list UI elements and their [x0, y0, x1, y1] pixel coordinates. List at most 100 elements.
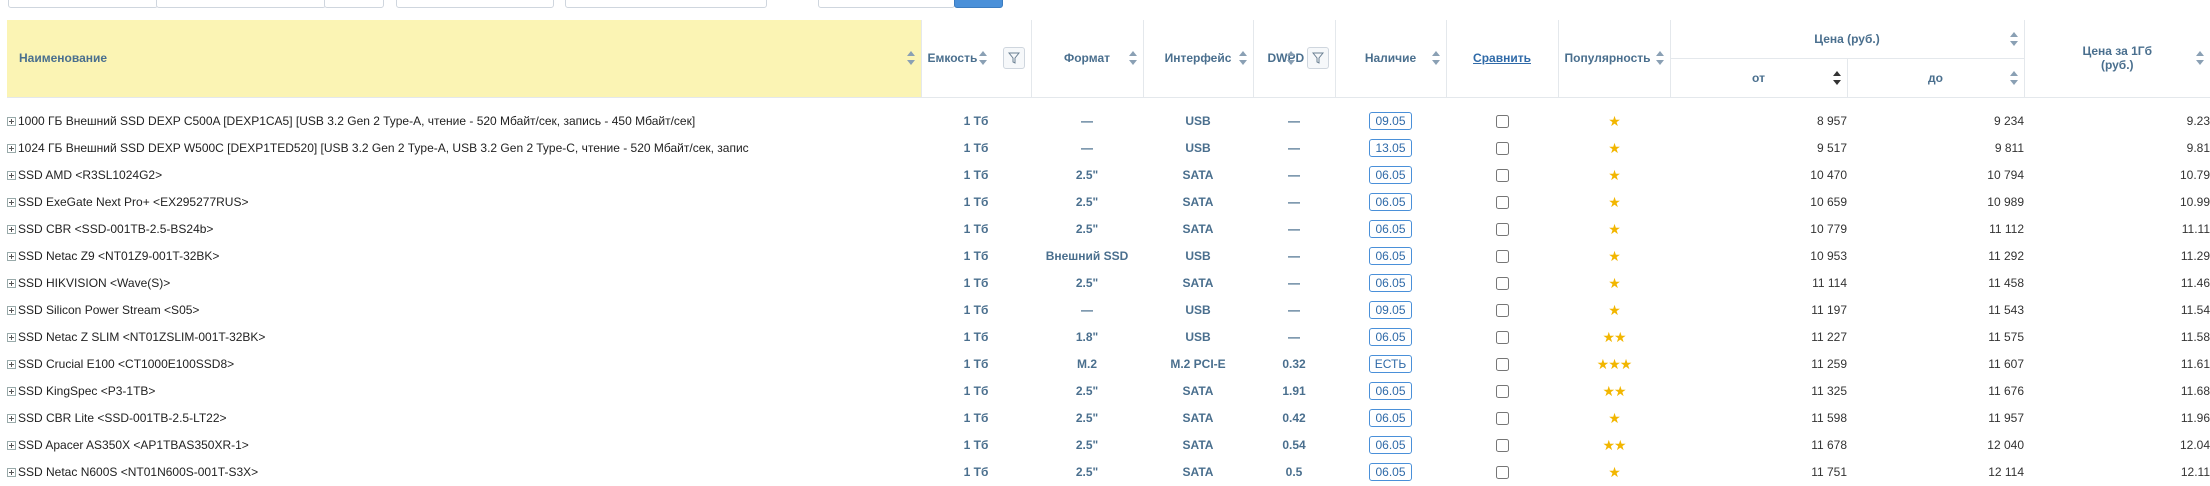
- sort-arrows-icon[interactable]: [1431, 51, 1440, 66]
- product-name-cell[interactable]: SSD Netac N600S <NT01N600S-001T-S3X>: [7, 459, 921, 486]
- compare-link[interactable]: Сравнить: [1473, 51, 1531, 65]
- plus-square-icon[interactable]: [7, 198, 16, 207]
- filter-input-6[interactable]: [818, 0, 955, 8]
- plus-square-icon[interactable]: [7, 279, 16, 288]
- product-name[interactable]: SSD ExeGate Next Pro+ <EX295277RUS>: [18, 195, 248, 209]
- product-name[interactable]: 1024 ГБ Внешний SSD DEXP W500C [DEXP1TED…: [18, 141, 749, 155]
- availability-badge[interactable]: 06.05: [1369, 193, 1412, 211]
- table-row[interactable]: SSD Netac N600S <NT01N600S-001T-S3X> 1 Т…: [7, 459, 2210, 486]
- header-price[interactable]: Цена (руб.): [1669, 20, 2024, 59]
- compare-checkbox[interactable]: [1495, 196, 1509, 210]
- availability-badge[interactable]: 06.05: [1369, 328, 1412, 346]
- product-name-cell[interactable]: SSD Crucial E100 <CT1000E100SSD8>: [7, 351, 921, 378]
- sort-arrows-icon[interactable]: [1238, 51, 1247, 66]
- plus-square-icon[interactable]: [7, 225, 16, 234]
- product-name[interactable]: SSD Silicon Power Stream <S05>: [18, 303, 199, 317]
- table-row[interactable]: SSD Netac Z9 <NT01Z9-001T-32BK> 1 Тб Вне…: [7, 243, 2210, 270]
- header-name[interactable]: Наименование: [7, 20, 921, 98]
- product-name-cell[interactable]: SSD HIKVISION <Wave(S)>: [7, 270, 921, 297]
- product-name[interactable]: 1000 ГБ Внешний SSD DEXP C500A [DEXP1CA5…: [18, 114, 695, 128]
- sort-arrows-icon[interactable]: [1655, 51, 1664, 66]
- availability-badge[interactable]: 06.05: [1369, 274, 1412, 292]
- sort-arrows-icon[interactable]: [978, 51, 987, 66]
- table-row[interactable]: SSD AMD <R3SL1024G2> 1 Тб 2.5" SATA — 06…: [7, 162, 2210, 189]
- product-name-cell[interactable]: SSD AMD <R3SL1024G2>: [7, 162, 921, 189]
- header-price-to[interactable]: до: [1846, 58, 2024, 98]
- product-name-cell[interactable]: SSD KingSpec <P3-1TB>: [7, 378, 921, 405]
- header-interface[interactable]: Интерфейс: [1142, 20, 1253, 98]
- compare-checkbox[interactable]: [1495, 277, 1509, 291]
- header-price-per-gb[interactable]: Цена за 1Гб (руб.): [2023, 20, 2210, 98]
- product-name-cell[interactable]: SSD Netac Z9 <NT01Z9-001T-32BK>: [7, 243, 921, 270]
- compare-checkbox[interactable]: [1495, 439, 1509, 453]
- filter-input-4[interactable]: [396, 0, 554, 8]
- sort-arrows-icon[interactable]: [906, 51, 915, 66]
- plus-square-icon[interactable]: [7, 117, 16, 126]
- table-row[interactable]: SSD Apacer AS350X <AP1TBAS350XR-1> 1 Тб …: [7, 432, 2210, 459]
- table-row[interactable]: 1024 ГБ Внешний SSD DEXP W500C [DEXP1TED…: [7, 135, 2210, 162]
- product-name[interactable]: SSD Netac Z9 <NT01Z9-001T-32BK>: [18, 249, 219, 263]
- product-name-cell[interactable]: 1000 ГБ Внешний SSD DEXP C500A [DEXP1CA5…: [7, 97, 921, 135]
- availability-badge[interactable]: 06.05: [1369, 436, 1412, 454]
- product-name-cell[interactable]: SSD Netac Z SLIM <NT01ZSLIM-001T-32BK>: [7, 324, 921, 351]
- product-name-cell[interactable]: SSD Silicon Power Stream <S05>: [7, 297, 921, 324]
- compare-checkbox[interactable]: [1495, 358, 1509, 372]
- product-name-cell[interactable]: SSD CBR <SSD-001TB-2.5-BS24b>: [7, 216, 921, 243]
- plus-square-icon[interactable]: [7, 306, 16, 315]
- availability-badge[interactable]: 06.05: [1369, 409, 1412, 427]
- availability-badge[interactable]: 06.05: [1369, 166, 1412, 184]
- plus-square-icon[interactable]: [7, 414, 16, 423]
- product-name[interactable]: SSD Netac Z SLIM <NT01ZSLIM-001T-32BK>: [18, 330, 265, 344]
- product-name[interactable]: SSD KingSpec <P3-1TB>: [18, 384, 155, 398]
- plus-square-icon[interactable]: [7, 360, 16, 369]
- compare-checkbox[interactable]: [1495, 250, 1509, 264]
- filter-input-5[interactable]: [565, 0, 767, 8]
- sort-arrows-icon[interactable]: [1128, 51, 1137, 66]
- header-compare[interactable]: Сравнить: [1445, 20, 1558, 98]
- availability-badge[interactable]: 09.05: [1369, 112, 1412, 130]
- availability-badge[interactable]: 13.05: [1369, 139, 1412, 157]
- header-capacity[interactable]: Емкость: [920, 20, 1031, 98]
- funnel-icon[interactable]: [1002, 47, 1025, 70]
- availability-badge[interactable]: 06.05: [1369, 220, 1412, 238]
- compare-checkbox[interactable]: [1495, 142, 1509, 156]
- availability-badge[interactable]: 06.05: [1369, 382, 1412, 400]
- availability-badge[interactable]: ЕСТЬ: [1368, 355, 1413, 373]
- sort-arrows-icon[interactable]: [2196, 51, 2204, 66]
- product-name-cell[interactable]: SSD CBR Lite <SSD-001TB-2.5-LT22>: [7, 405, 921, 432]
- plus-square-icon[interactable]: [7, 252, 16, 261]
- table-row[interactable]: SSD ExeGate Next Pro+ <EX295277RUS> 1 Тб…: [7, 189, 2210, 216]
- product-name[interactable]: SSD AMD <R3SL1024G2>: [18, 168, 162, 182]
- table-row[interactable]: SSD Crucial E100 <CT1000E100SSD8> 1 Тб M…: [7, 351, 2210, 378]
- plus-square-icon[interactable]: [7, 144, 16, 153]
- product-name[interactable]: SSD CBR <SSD-001TB-2.5-BS24b>: [18, 222, 213, 236]
- filter-input-3[interactable]: [324, 0, 384, 8]
- product-name-cell[interactable]: SSD ExeGate Next Pro+ <EX295277RUS>: [7, 189, 921, 216]
- compare-checkbox[interactable]: [1495, 223, 1509, 237]
- table-row[interactable]: SSD HIKVISION <Wave(S)> 1 Тб 2.5" SATA —…: [7, 270, 2210, 297]
- plus-square-icon[interactable]: [7, 441, 16, 450]
- compare-checkbox[interactable]: [1495, 304, 1509, 318]
- availability-badge[interactable]: 06.05: [1369, 463, 1412, 481]
- product-name[interactable]: SSD CBR Lite <SSD-001TB-2.5-LT22>: [18, 411, 227, 425]
- header-price-from[interactable]: от: [1669, 58, 1847, 98]
- table-row[interactable]: SSD KingSpec <P3-1TB> 1 Тб 2.5" SATA 1.9…: [7, 378, 2210, 405]
- compare-checkbox[interactable]: [1495, 115, 1509, 129]
- filter-input-2[interactable]: [156, 0, 326, 8]
- product-name[interactable]: SSD HIKVISION <Wave(S)>: [18, 276, 170, 290]
- table-row[interactable]: SSD Silicon Power Stream <S05> 1 Тб — US…: [7, 297, 2210, 324]
- compare-checkbox[interactable]: [1495, 385, 1509, 399]
- header-popularity[interactable]: Популярность: [1557, 20, 1670, 98]
- compare-checkbox[interactable]: [1495, 169, 1509, 183]
- product-name-cell[interactable]: SSD Apacer AS350X <AP1TBAS350XR-1>: [7, 432, 921, 459]
- table-row[interactable]: 1000 ГБ Внешний SSD DEXP C500A [DEXP1CA5…: [7, 97, 2210, 135]
- table-row[interactable]: SSD Netac Z SLIM <NT01ZSLIM-001T-32BK> 1…: [7, 324, 2210, 351]
- compare-checkbox[interactable]: [1495, 466, 1509, 480]
- header-dwpd[interactable]: DWPD: [1252, 20, 1335, 98]
- sort-arrows-icon[interactable]: [1832, 70, 1841, 85]
- sort-arrows-icon[interactable]: [1286, 51, 1295, 66]
- sort-arrows-icon[interactable]: [2009, 70, 2018, 85]
- availability-badge[interactable]: 09.05: [1369, 301, 1412, 319]
- funnel-icon[interactable]: [1306, 47, 1329, 70]
- product-name[interactable]: SSD Crucial E100 <CT1000E100SSD8>: [18, 357, 234, 371]
